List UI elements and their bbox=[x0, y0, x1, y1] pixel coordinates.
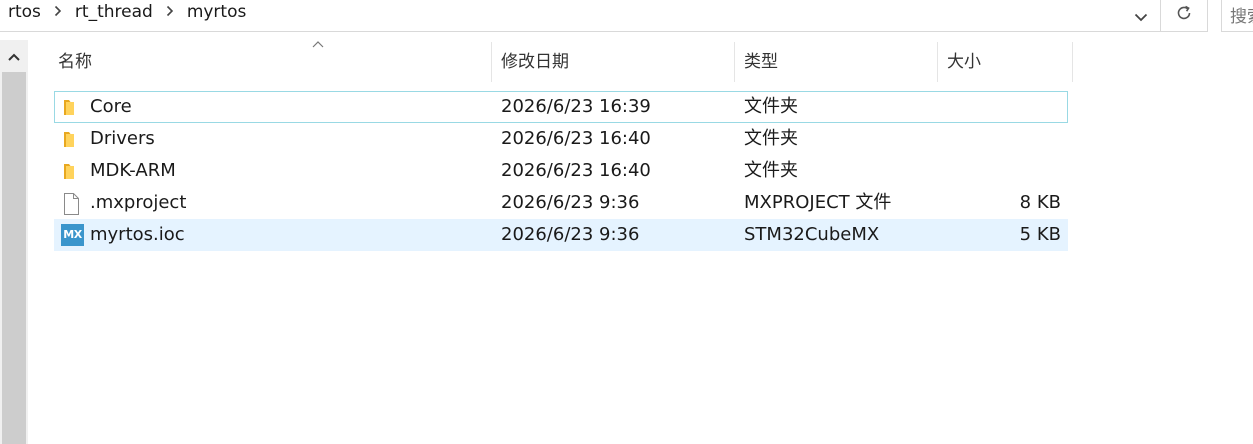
file-type: 文件夹 bbox=[744, 128, 798, 149]
file-date: 2026/6/23 16:39 bbox=[501, 96, 651, 117]
folder-icon bbox=[61, 161, 83, 181]
navigation-pane-scrollbar[interactable] bbox=[0, 40, 28, 444]
refresh-button[interactable] bbox=[1161, 0, 1208, 32]
breadcrumb-item-myrtos[interactable]: myrtos bbox=[185, 2, 249, 22]
file-row-core[interactable]: Core 2026/6/23 16:39 文件夹 bbox=[54, 91, 1068, 123]
column-header-row: 名称 修改日期 类型 大小 bbox=[50, 41, 1073, 82]
chevron-down-icon bbox=[1134, 7, 1148, 26]
column-header-name-label: 名称 bbox=[58, 52, 92, 72]
file-row-drivers[interactable]: Drivers 2026/6/23 16:40 文件夹 bbox=[54, 123, 1068, 155]
file-row-mdk-arm[interactable]: MDK-ARM 2026/6/23 16:40 文件夹 bbox=[54, 155, 1068, 187]
file-icon bbox=[61, 193, 83, 215]
file-date: 2026/6/23 16:40 bbox=[501, 128, 651, 149]
address-history-button[interactable] bbox=[1122, 0, 1160, 32]
column-header-name[interactable]: 名称 bbox=[50, 41, 492, 82]
file-type: 文件夹 bbox=[744, 160, 798, 181]
column-header-date[interactable]: 修改日期 bbox=[493, 42, 735, 82]
file-date: 2026/6/23 16:40 bbox=[501, 160, 651, 181]
column-header-date-label: 修改日期 bbox=[501, 52, 569, 72]
chevron-right-icon[interactable] bbox=[163, 5, 177, 20]
breadcrumb-item-rtos[interactable]: rtos bbox=[6, 2, 43, 22]
file-row-myrtos-ioc[interactable]: MX myrtos.ioc 2026/6/23 9:36 STM32CubeMX… bbox=[54, 219, 1068, 251]
file-name: .mxproject bbox=[90, 192, 187, 213]
scroll-thumb[interactable] bbox=[2, 72, 26, 444]
chevron-right-icon[interactable] bbox=[51, 5, 65, 20]
file-name: MDK-ARM bbox=[90, 160, 176, 181]
search-input[interactable]: 搜索 bbox=[1221, 0, 1253, 32]
file-date: 2026/6/23 9:36 bbox=[501, 224, 640, 245]
file-list: Core 2026/6/23 16:39 文件夹 Drivers 2026/6/… bbox=[54, 91, 1068, 251]
address-bar[interactable]: rtos rt_thread myrtos bbox=[0, 0, 1161, 32]
refresh-icon bbox=[1175, 3, 1193, 28]
file-name: Drivers bbox=[90, 128, 155, 149]
stm32cubemx-icon: MX bbox=[61, 224, 84, 246]
folder-icon bbox=[61, 97, 83, 117]
file-size: 8 KB bbox=[1019, 192, 1061, 213]
file-size: 5 KB bbox=[1019, 224, 1061, 245]
scroll-up-button[interactable] bbox=[0, 40, 28, 70]
breadcrumb-item-rt-thread[interactable]: rt_thread bbox=[73, 2, 155, 22]
file-row-mxproject[interactable]: .mxproject 2026/6/23 9:36 MXPROJECT 文件 8… bbox=[54, 187, 1068, 219]
sort-ascending-icon bbox=[312, 38, 324, 51]
chevron-up-icon bbox=[8, 46, 20, 65]
column-header-type-label: 类型 bbox=[744, 52, 778, 72]
file-name: Core bbox=[90, 96, 132, 117]
file-type: STM32CubeMX bbox=[744, 224, 880, 245]
column-header-type[interactable]: 类型 bbox=[736, 42, 938, 82]
file-name: myrtos.ioc bbox=[90, 224, 185, 245]
folder-icon bbox=[61, 129, 83, 149]
breadcrumb: rtos rt_thread myrtos bbox=[6, 0, 248, 24]
column-header-size[interactable]: 大小 bbox=[939, 42, 1073, 82]
navigation-bar: rtos rt_thread myrtos 搜索 bbox=[0, 0, 1253, 34]
column-header-size-label: 大小 bbox=[947, 52, 981, 72]
file-type: MXPROJECT 文件 bbox=[744, 192, 892, 213]
file-date: 2026/6/23 9:36 bbox=[501, 192, 640, 213]
file-type: 文件夹 bbox=[744, 96, 798, 117]
